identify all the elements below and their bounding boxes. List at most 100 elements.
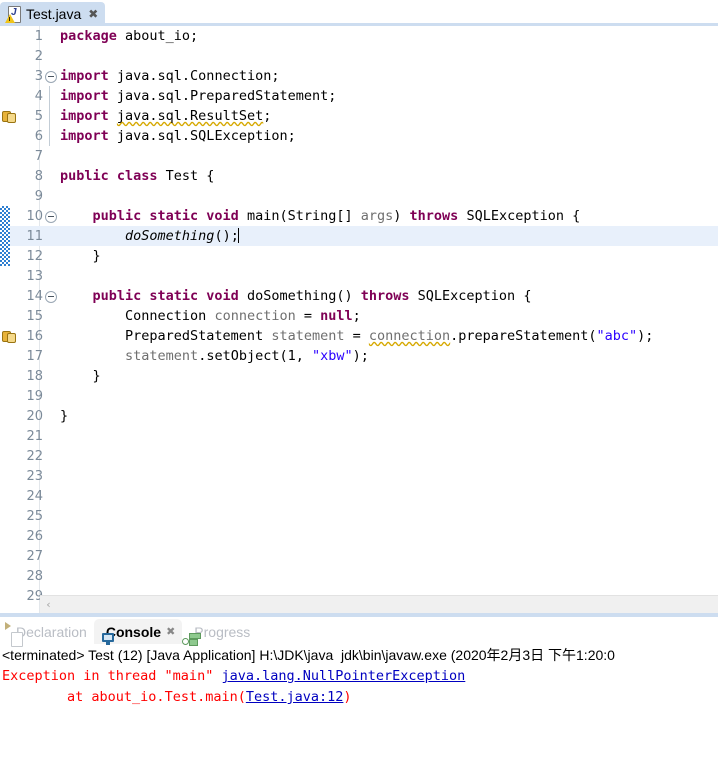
editor-tab-bar: J Test.java ✖ xyxy=(0,0,718,26)
code-line[interactable]: 20} xyxy=(0,406,718,426)
code-text: public class Test { xyxy=(60,168,215,184)
line-number: 13 xyxy=(26,268,43,284)
code-line[interactable]: 2 xyxy=(0,46,718,66)
fold-slot xyxy=(44,346,57,366)
code-line[interactable]: 7 xyxy=(0,146,718,166)
code-line[interactable]: 19 xyxy=(0,386,718,406)
close-icon[interactable]: ✖ xyxy=(88,8,98,20)
fold-slot xyxy=(44,326,57,346)
code-line[interactable]: 17 statement.setObject(1, "xbw"); xyxy=(0,346,718,366)
code-line[interactable]: 26 xyxy=(0,526,718,546)
line-number: 26 xyxy=(26,528,43,544)
code-line[interactable]: 27 xyxy=(0,546,718,566)
console-error-line: at about_io.Test.main(Test.java:12) xyxy=(2,689,352,705)
fold-slot xyxy=(44,166,57,186)
line-number: 27 xyxy=(26,548,43,564)
line-number: 21 xyxy=(26,428,43,444)
code-line[interactable]: 25 xyxy=(0,506,718,526)
fold-region-line xyxy=(44,106,57,126)
stack-trace-link[interactable]: java.lang.NullPointerException xyxy=(221,668,465,684)
fold-slot xyxy=(44,546,57,566)
code-text: public static void doSomething() throws … xyxy=(92,288,532,304)
bottom-view-tab-bar: Declaration Console ✖ Progress xyxy=(0,617,718,647)
fold-collapse-icon[interactable] xyxy=(44,286,57,306)
line-number: 24 xyxy=(26,488,43,504)
marker-slot xyxy=(0,526,17,546)
line-number: 19 xyxy=(26,388,43,404)
code-line[interactable]: 18 } xyxy=(0,366,718,386)
line-number: 17 xyxy=(26,348,43,364)
fold-collapse-icon[interactable] xyxy=(44,206,57,226)
view-tab-console[interactable]: Console ✖ xyxy=(93,619,183,645)
code-line[interactable]: 8 public class Test { xyxy=(0,166,718,186)
stack-trace-link[interactable]: Test.java:12 xyxy=(246,689,344,705)
close-icon[interactable]: ✖ xyxy=(166,625,175,638)
fold-slot xyxy=(44,446,57,466)
marker-slot xyxy=(0,566,17,586)
code-line[interactable]: 3 import java.sql.Connection; xyxy=(0,66,718,86)
fold-slot xyxy=(44,306,57,326)
view-tab-declaration[interactable]: Declaration xyxy=(4,619,94,647)
code-line[interactable]: 15 Connection connection = null; xyxy=(0,306,718,326)
view-tab-progress[interactable]: Progress xyxy=(182,619,257,646)
fold-slot xyxy=(44,146,57,166)
code-line[interactable]: 4 import java.sql.PreparedStatement; xyxy=(0,86,718,106)
code-text: PreparedStatement statement = connection… xyxy=(60,328,654,344)
marker-slot xyxy=(0,426,17,446)
marker-slot xyxy=(0,466,17,486)
fold-slot xyxy=(44,26,57,46)
code-line[interactable]: 13 xyxy=(0,266,718,286)
code-line[interactable]: 22 xyxy=(0,446,718,466)
marker-slot xyxy=(0,306,17,326)
text-caret xyxy=(237,228,239,243)
line-number: 1 xyxy=(34,28,43,44)
code-line[interactable]: 12 } xyxy=(0,246,718,266)
line-number: 5 xyxy=(34,108,43,124)
scroll-left-icon[interactable]: ‹ xyxy=(40,598,57,611)
line-number: 14 xyxy=(26,288,43,304)
fold-slot xyxy=(44,486,57,506)
line-number: 10 xyxy=(26,208,43,224)
marker-slot xyxy=(0,26,17,46)
code-line[interactable]: 11 doSomething(); xyxy=(0,226,718,246)
fold-slot xyxy=(44,246,57,266)
editor-tab-test-java[interactable]: J Test.java ✖ xyxy=(0,2,106,26)
marker-slot xyxy=(0,586,17,606)
fold-collapse-icon[interactable] xyxy=(44,66,57,86)
fold-slot xyxy=(44,186,57,206)
console-process-header: <terminated> Test (12) [Java Application… xyxy=(2,647,615,663)
code-line[interactable]: 9 xyxy=(0,186,718,206)
code-lines[interactable]: 1 package about_io; 2 3 import java.sql.Conn… xyxy=(0,26,718,613)
fold-slot xyxy=(44,46,57,66)
line-number: 12 xyxy=(26,248,43,264)
line-number: 2 xyxy=(34,48,43,64)
code-line[interactable]: 21 xyxy=(0,426,718,446)
code-line[interactable]: 14 public static void doSomething() thro… xyxy=(0,286,718,306)
code-text: } xyxy=(60,368,101,384)
editor-tab-label: Test.java xyxy=(26,6,82,22)
console-output[interactable]: <terminated> Test (12) [Java Application… xyxy=(0,644,718,735)
code-line[interactable]: 24 xyxy=(0,486,718,506)
line-number: 9 xyxy=(34,188,43,204)
code-line[interactable]: 1 package about_io; xyxy=(0,26,718,46)
marker-slot xyxy=(0,46,17,66)
code-line[interactable]: 28 xyxy=(0,566,718,586)
code-line[interactable]: 5 import java.sql.ResultSet; xyxy=(0,106,718,126)
code-line[interactable]: 6 import java.sql.SQLException; xyxy=(0,126,718,146)
code-line[interactable]: 10 public static void main(String[] args… xyxy=(0,206,718,226)
code-line[interactable]: 23 xyxy=(0,466,718,486)
code-text: import java.sql.SQLException; xyxy=(60,128,296,144)
view-tab-label: Console xyxy=(105,623,162,640)
line-number: 11 xyxy=(26,228,43,244)
code-text: doSomething(); xyxy=(125,228,239,244)
code-editor[interactable]: 1 package about_io; 2 3 import java.sql.Conn… xyxy=(0,26,718,613)
fold-slot xyxy=(44,566,57,586)
code-line[interactable]: 16 PreparedStatement statement = connect… xyxy=(0,326,718,346)
fold-region-line xyxy=(44,126,57,146)
line-number: 8 xyxy=(34,168,43,184)
code-text: public static void main(String[] args) t… xyxy=(92,208,581,224)
editor-horizontal-scrollbar[interactable]: ‹ xyxy=(40,595,718,613)
marker-slot xyxy=(0,266,17,286)
line-number: 22 xyxy=(26,448,43,464)
fold-slot xyxy=(44,466,57,486)
